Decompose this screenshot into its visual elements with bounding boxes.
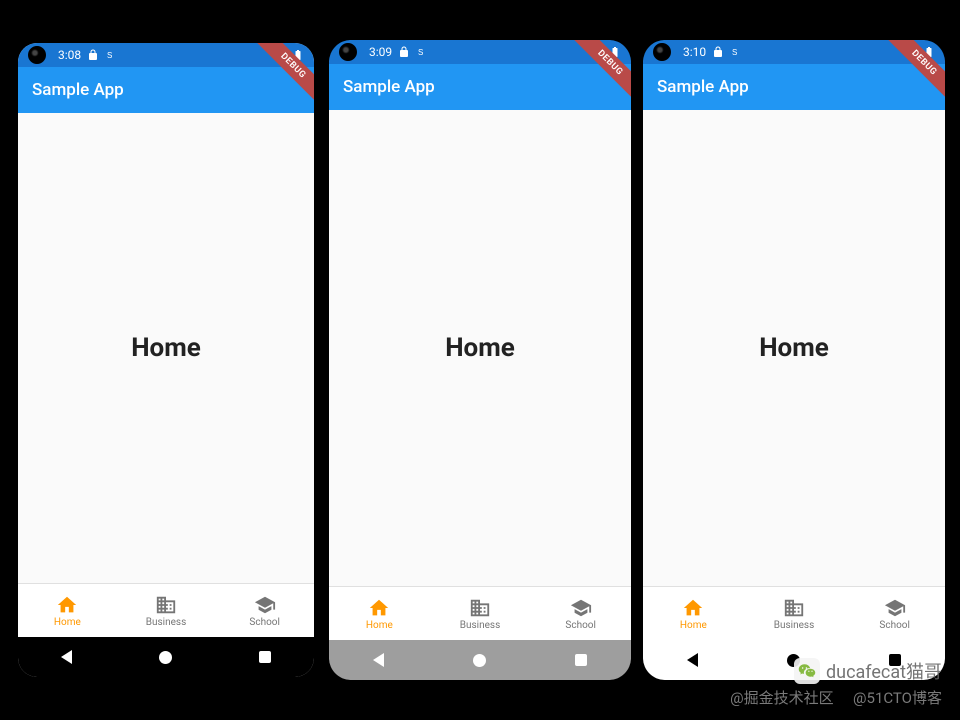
- home-icon: [368, 597, 390, 619]
- nav-label-business: Business: [774, 620, 814, 631]
- app-bar: Sample App: [329, 64, 631, 110]
- body-area: Home: [18, 113, 314, 583]
- school-icon: [884, 597, 906, 619]
- lock-icon: [398, 46, 410, 58]
- status-time: 3:09: [369, 45, 392, 59]
- nav-item-home[interactable]: Home: [329, 587, 430, 640]
- app-bar-title: Sample App: [32, 80, 124, 100]
- watermark-text-2a: @掘金技术社区: [730, 687, 833, 708]
- app-bar-title: Sample App: [657, 77, 749, 97]
- business-icon: [469, 597, 491, 619]
- watermark-text-1: ducafecat猫哥: [826, 658, 942, 684]
- sys-recents-button[interactable]: [575, 654, 587, 666]
- school-icon: [254, 594, 276, 616]
- home-icon: [682, 597, 704, 619]
- school-icon: [570, 597, 592, 619]
- nav-label-home: Home: [680, 620, 707, 631]
- s-icon: [730, 46, 742, 58]
- body-text: Home: [445, 333, 515, 363]
- nav-item-business[interactable]: Business: [117, 584, 216, 637]
- watermark-text-2b: @51CTO博客: [853, 687, 942, 708]
- business-icon: [783, 597, 805, 619]
- sys-recents-button[interactable]: [259, 651, 271, 663]
- camera-cutout: [28, 46, 46, 64]
- body-area: Home: [643, 110, 945, 586]
- app-bar: Sample App: [643, 64, 945, 110]
- nav-label-home: Home: [366, 620, 393, 631]
- nav-item-home[interactable]: Home: [18, 584, 117, 637]
- nav-label-school: School: [879, 620, 910, 631]
- nav-label-school: School: [565, 620, 596, 631]
- nav-item-home[interactable]: Home: [643, 587, 744, 640]
- nav-item-school[interactable]: School: [215, 584, 314, 637]
- status-time: 3:08: [58, 48, 81, 62]
- system-nav-bar: [18, 637, 314, 677]
- phone-frame: DEBUG 3:09 Sample AppHome Home Business …: [329, 40, 631, 680]
- body-area: Home: [329, 110, 631, 586]
- nav-item-business[interactable]: Business: [430, 587, 531, 640]
- nav-item-school[interactable]: School: [844, 587, 945, 640]
- camera-cutout: [339, 43, 357, 61]
- wechat-icon: [794, 658, 820, 684]
- status-time: 3:10: [683, 45, 706, 59]
- sys-back-button[interactable]: [687, 653, 698, 667]
- watermark-line-2: @掘金技术社区 @51CTO博客: [730, 687, 942, 708]
- nav-label-school: School: [249, 617, 280, 628]
- phone-frame: DEBUG 3:08 Sample AppHome Home Business …: [15, 40, 317, 680]
- body-text: Home: [131, 333, 201, 363]
- nav-label-business: Business: [146, 617, 186, 628]
- body-text: Home: [759, 333, 829, 363]
- bottom-nav: Home Business School: [18, 583, 314, 637]
- s-icon: [105, 49, 117, 61]
- lock-icon: [712, 46, 724, 58]
- bottom-nav: Home Business School: [329, 586, 631, 640]
- app-bar: Sample App: [18, 67, 314, 113]
- watermark-line-1: ducafecat猫哥: [794, 658, 942, 684]
- system-nav-bar: [329, 640, 631, 680]
- bottom-nav: Home Business School: [643, 586, 945, 640]
- lock-icon: [87, 49, 99, 61]
- sys-back-button[interactable]: [373, 653, 384, 667]
- nav-item-school[interactable]: School: [530, 587, 631, 640]
- home-icon: [56, 594, 78, 616]
- business-icon: [155, 594, 177, 616]
- nav-label-business: Business: [460, 620, 500, 631]
- nav-item-business[interactable]: Business: [744, 587, 845, 640]
- nav-label-home: Home: [54, 617, 81, 628]
- sys-home-button[interactable]: [159, 651, 172, 664]
- sys-home-button[interactable]: [473, 654, 486, 667]
- phone-frame: DEBUG 3:10 Sample AppHome Home Business …: [643, 40, 945, 680]
- camera-cutout: [653, 43, 671, 61]
- app-bar-title: Sample App: [343, 77, 435, 97]
- sys-back-button[interactable]: [61, 650, 72, 664]
- s-icon: [416, 46, 428, 58]
